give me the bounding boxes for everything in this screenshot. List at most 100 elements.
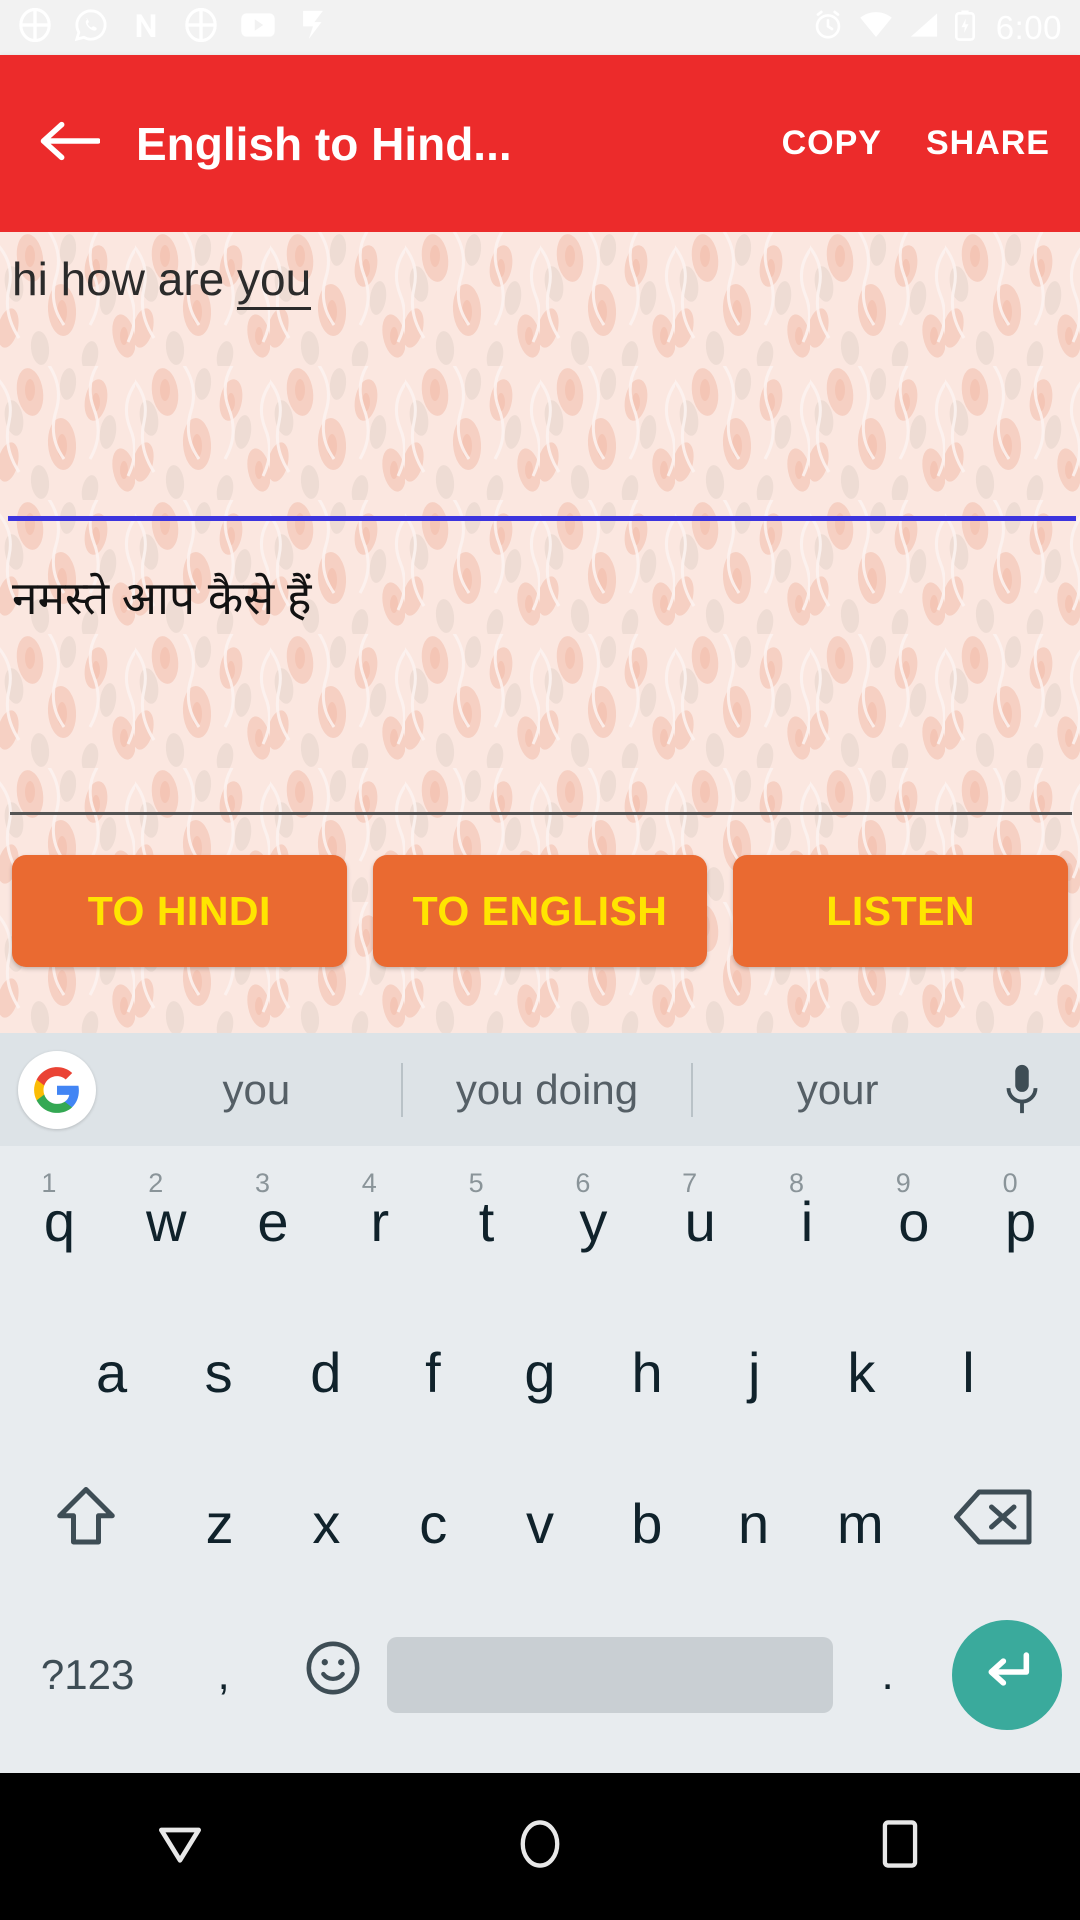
whatsapp-icon (74, 8, 108, 47)
suggestion-item[interactable]: you (112, 1066, 401, 1114)
keyboard-row-2: a s d f g h j k l (0, 1297, 1080, 1448)
key-j[interactable]: j (701, 1297, 808, 1448)
key-l[interactable]: l (915, 1297, 1022, 1448)
signal-icon (908, 10, 940, 45)
enter-icon (978, 1643, 1036, 1706)
microphone-icon[interactable] (982, 1063, 1062, 1117)
key-h[interactable]: h (594, 1297, 701, 1448)
source-text-plain: hi how are (12, 253, 238, 305)
key-p[interactable]: 0p (967, 1146, 1074, 1297)
comma-key[interactable]: , (169, 1599, 278, 1750)
target-text: नमस्ते आप कैसे हैं (12, 572, 312, 624)
keyboard-row-3: z x c v b n m (0, 1448, 1080, 1599)
phone-screen: 6:00 English to Hind... COPY SHARE hi ho… (0, 0, 1080, 1920)
key-a[interactable]: a (58, 1297, 165, 1448)
space-key[interactable] (386, 1636, 834, 1713)
key-m[interactable]: m (807, 1448, 914, 1599)
wifi-icon (858, 10, 894, 45)
key-w-number: 2 (148, 1168, 164, 1198)
nav-back-button[interactable] (120, 1787, 240, 1907)
back-arrow-icon (38, 119, 101, 168)
action-button-row: TO HINDI TO ENGLISH LISTEN (0, 855, 1080, 967)
keyboard: you you doing your 1q 2w 3e 4r 5t 6y 7u … (0, 1033, 1080, 1773)
symbols-key-label: ?123 (40, 1650, 135, 1698)
back-button[interactable] (30, 105, 108, 183)
key-n[interactable]: n (700, 1448, 807, 1599)
key-z[interactable]: z (166, 1448, 273, 1599)
key-v[interactable]: v (487, 1448, 594, 1599)
enter-key[interactable] (952, 1619, 1063, 1730)
key-c[interactable]: c (380, 1448, 487, 1599)
apps-grid-icon (18, 7, 52, 47)
key-u-number: 7 (682, 1168, 698, 1198)
key-t[interactable]: 5t (433, 1146, 540, 1297)
nav-back-triangle-icon (152, 1816, 208, 1877)
translator-panel: hi how are you नमस्ते आप कैसे हैं TO HIN… (0, 232, 1080, 1033)
key-i-number: 8 (788, 1168, 804, 1198)
key-r-number: 4 (361, 1168, 377, 1198)
key-k[interactable]: k (808, 1297, 915, 1448)
emoji-key[interactable] (278, 1599, 387, 1750)
key-e[interactable]: 3e (220, 1146, 327, 1297)
nav-home-button[interactable] (480, 1787, 600, 1907)
nav-recents-button[interactable] (840, 1787, 960, 1907)
backspace-icon (953, 1487, 1034, 1560)
key-q-number: 1 (41, 1168, 57, 1198)
keyboard-row-1: 1q 2w 3e 4r 5t 6y 7u 8i 9o 0p (0, 1146, 1080, 1297)
listen-button[interactable]: LISTEN (733, 855, 1069, 967)
key-r[interactable]: 4r (326, 1146, 433, 1297)
space-key-surface (386, 1636, 834, 1713)
youtube-icon (240, 11, 276, 44)
flipboard-icon (298, 8, 328, 47)
key-y-number: 6 (575, 1168, 591, 1198)
key-b[interactable]: b (593, 1448, 700, 1599)
key-u[interactable]: 7u (647, 1146, 754, 1297)
key-e-number: 3 (254, 1168, 271, 1198)
nav-home-circle-icon (514, 1816, 566, 1877)
key-w[interactable]: 2w (113, 1146, 220, 1297)
backspace-key[interactable] (914, 1448, 1074, 1599)
key-d[interactable]: d (272, 1297, 379, 1448)
key-o[interactable]: 9o (860, 1146, 967, 1297)
status-time: 6:00 (995, 8, 1062, 46)
status-system-icons: 6:00 (812, 9, 1062, 47)
share-button[interactable]: SHARE (926, 124, 1050, 163)
key-x[interactable]: x (273, 1448, 380, 1599)
to-english-button[interactable]: TO ENGLISH (372, 855, 708, 967)
to-hindi-button[interactable]: TO HINDI (12, 855, 347, 967)
apps-grid-icon (184, 7, 218, 47)
key-t-number: 5 (468, 1168, 484, 1198)
shift-key[interactable] (6, 1448, 166, 1599)
app-bar: English to Hind... COPY SHARE (0, 55, 1080, 232)
source-text[interactable]: hi how are you (12, 253, 312, 310)
shift-icon (51, 1482, 121, 1565)
key-i[interactable]: 8i (754, 1146, 861, 1297)
source-field-underline (8, 516, 1076, 521)
target-field-underline (10, 812, 1072, 815)
emoji-icon (304, 1639, 362, 1710)
battery-icon (954, 9, 976, 46)
copy-button[interactable]: COPY (782, 124, 882, 163)
nav-recents-square-icon (877, 1816, 923, 1877)
key-s[interactable]: s (165, 1297, 272, 1448)
suggestion-list: you you doing your (112, 1062, 982, 1117)
key-o-number: 9 (895, 1168, 911, 1198)
key-f[interactable]: f (379, 1297, 486, 1448)
keyboard-row-4: ?123 , . (0, 1599, 1080, 1750)
source-text-composing: you (237, 253, 312, 310)
status-notification-icons (18, 7, 812, 47)
alarm-icon (812, 9, 844, 46)
key-rows: 1q 2w 3e 4r 5t 6y 7u 8i 9o 0p a s d f g … (0, 1146, 1080, 1750)
suggestion-item[interactable]: your (693, 1066, 982, 1114)
period-key[interactable]: . (833, 1599, 942, 1750)
google-g-icon[interactable] (18, 1050, 96, 1129)
letter-n-icon (130, 8, 162, 47)
key-p-number: 0 (1002, 1168, 1018, 1198)
suggestion-item[interactable]: you doing (403, 1066, 692, 1114)
key-q[interactable]: 1q (6, 1146, 113, 1297)
android-nav-bar (0, 1773, 1080, 1920)
key-g[interactable]: g (486, 1297, 593, 1448)
suggestion-bar: you you doing your (0, 1033, 1080, 1146)
symbols-key[interactable]: ?123 (6, 1599, 169, 1750)
key-y[interactable]: 6y (540, 1146, 647, 1297)
